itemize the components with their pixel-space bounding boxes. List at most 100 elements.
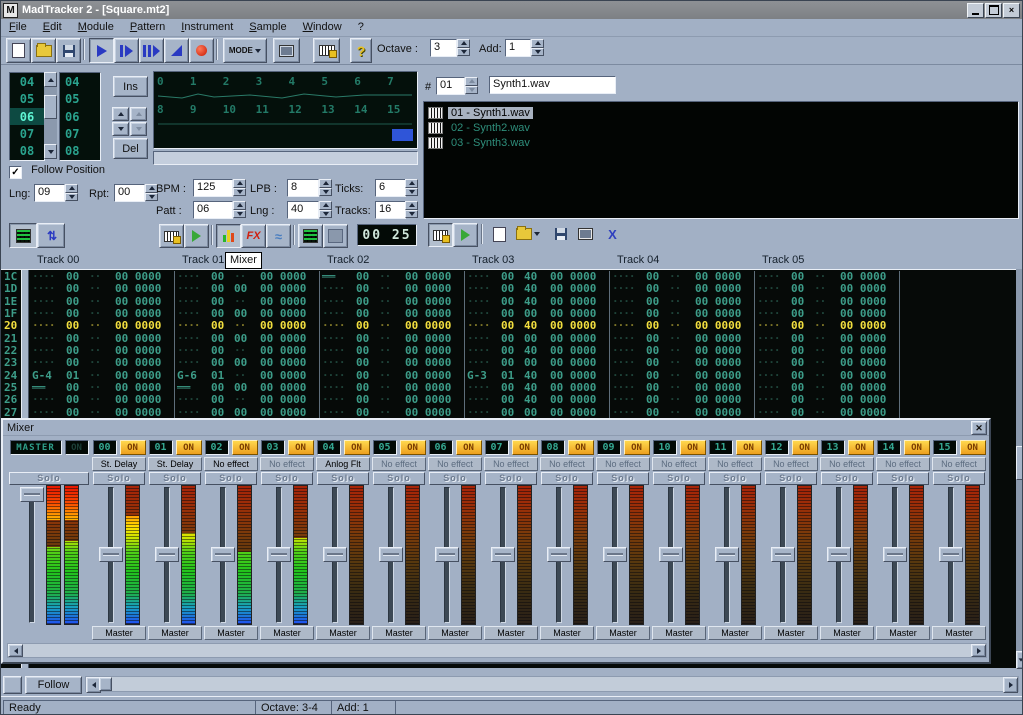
track-header[interactable]: Track 03	[472, 254, 514, 266]
channel-fader[interactable]	[826, 485, 850, 625]
pattern-cell[interactable]: 00 00 0000	[30, 320, 175, 332]
channel-fader[interactable]	[602, 485, 626, 625]
track-header[interactable]: Track 00	[37, 254, 79, 266]
follow-position-checkbox[interactable]: ✓ Follow Position	[9, 164, 105, 179]
channel-on-button[interactable]: ON	[960, 440, 986, 455]
move-up-button[interactable]	[112, 107, 129, 121]
volume-column[interactable]	[814, 394, 832, 406]
master-fader[interactable]	[19, 485, 43, 625]
channel-fader[interactable]	[154, 485, 178, 625]
keyboard-config-button[interactable]	[313, 38, 340, 63]
channel-solo-button[interactable]: Solo	[933, 472, 985, 485]
sample-open-button[interactable]	[513, 223, 543, 245]
move-up-alt-button[interactable]	[130, 107, 147, 121]
pattern-cell[interactable]: 00 00 0000	[755, 357, 900, 369]
menu-item[interactable]: Module	[70, 20, 122, 35]
pattern-cell[interactable]: 00 00 0000	[755, 283, 900, 295]
channel-output-dropdown[interactable]: Master	[708, 626, 762, 640]
menu-item[interactable]: Edit	[35, 20, 70, 35]
instrument-column[interactable]: 00	[646, 283, 664, 295]
note-column[interactable]	[177, 357, 205, 369]
tracks-field[interactable]: 16	[375, 201, 406, 219]
channel-output-dropdown[interactable]: Master	[932, 626, 986, 640]
effect-column[interactable]: 00 0000	[260, 320, 318, 332]
sample-play-button[interactable]	[453, 223, 478, 247]
order-cell[interactable]: 05	[60, 90, 100, 107]
note-column[interactable]	[467, 357, 495, 369]
menu-item[interactable]: Window	[295, 20, 350, 35]
fader-handle[interactable]	[771, 547, 795, 562]
volume-column[interactable]: 00	[234, 357, 252, 369]
sample-number-stepper[interactable]	[465, 77, 478, 94]
sample-save-button[interactable]	[549, 223, 572, 245]
channel-output-dropdown[interactable]: Master	[540, 626, 594, 640]
channel-fader[interactable]	[378, 485, 402, 625]
close-button[interactable]: ×	[1003, 3, 1020, 18]
patt-lng-field[interactable]: 40	[287, 201, 319, 219]
volume-column[interactable]	[379, 320, 397, 332]
pattern-cell[interactable]: 00 00 0000	[30, 394, 175, 406]
scroll-thumb[interactable]	[99, 677, 112, 691]
channel-solo-button[interactable]: Solo	[317, 472, 369, 485]
rpt-field[interactable]: 00	[114, 184, 145, 202]
instrument-column[interactable]: 00	[791, 394, 809, 406]
pattern-cell[interactable]: 00 00 0000	[610, 394, 755, 406]
play-sample-button[interactable]	[184, 224, 209, 248]
pattern-vscrollbar[interactable]	[1016, 269, 1023, 667]
channel-effect-dropdown[interactable]: St. Delay	[148, 457, 202, 471]
volume-column[interactable]	[379, 357, 397, 369]
fader-handle[interactable]	[715, 547, 739, 562]
channel-on-button[interactable]: ON	[456, 440, 482, 455]
note-column[interactable]	[177, 283, 205, 295]
channel-on-button[interactable]: ON	[624, 440, 650, 455]
channel-solo-button[interactable]: Solo	[765, 472, 817, 485]
channel-effect-dropdown[interactable]: No effect	[428, 457, 482, 471]
effect-column[interactable]: 00 0000	[260, 394, 318, 406]
order-cell[interactable]: 06	[60, 108, 100, 125]
note-column[interactable]	[757, 320, 785, 332]
channel-fader[interactable]	[210, 485, 234, 625]
note-column[interactable]	[757, 283, 785, 295]
fader-handle[interactable]	[547, 547, 571, 562]
note-column[interactable]	[612, 394, 640, 406]
channel-effect-dropdown[interactable]: No effect	[932, 457, 986, 471]
note-column[interactable]	[467, 320, 495, 332]
channel-solo-button[interactable]: Solo	[485, 472, 537, 485]
channel-solo-button[interactable]: Solo	[709, 472, 761, 485]
channel-on-button[interactable]: ON	[568, 440, 594, 455]
channel-fader[interactable]	[322, 485, 346, 625]
fader-handle[interactable]	[267, 547, 291, 562]
pattern-cell[interactable]: 00 00 0000	[320, 394, 465, 406]
setup-button[interactable]	[273, 38, 300, 63]
note-column[interactable]	[467, 283, 495, 295]
effect-column[interactable]: 00 0000	[840, 320, 898, 332]
tracks-stepper[interactable]	[405, 201, 418, 218]
effect-column[interactable]: 00 0000	[260, 283, 318, 295]
pattern-cell[interactable]: 00 00 00 0000	[175, 283, 320, 295]
instrument-column[interactable]: 00	[791, 357, 809, 369]
sample-new-button[interactable]	[488, 223, 511, 245]
menu-item[interactable]: File	[1, 20, 35, 35]
channel-fader[interactable]	[490, 485, 514, 625]
volume-column[interactable]	[669, 394, 687, 406]
channel-effect-dropdown[interactable]: No effect	[260, 457, 314, 471]
volume-column[interactable]: 00	[524, 357, 542, 369]
fader-handle[interactable]	[939, 547, 963, 562]
instrument-column[interactable]: 00	[66, 394, 84, 406]
mixer-close-button[interactable]: ✕	[971, 421, 987, 435]
note-column[interactable]	[322, 394, 350, 406]
fader-handle[interactable]	[99, 547, 123, 562]
channel-on-button[interactable]: ON	[848, 440, 874, 455]
mixer-toggle-button[interactable]	[216, 224, 241, 248]
pattern-cell[interactable]: 00 00 0000	[320, 320, 465, 332]
menu-item[interactable]: Instrument	[173, 20, 241, 35]
note-column[interactable]	[757, 394, 785, 406]
channel-effect-dropdown[interactable]: No effect	[484, 457, 538, 471]
open-module-button[interactable]	[31, 38, 56, 63]
menu-item[interactable]: Sample	[241, 20, 294, 35]
instrument-column[interactable]: 00	[211, 357, 229, 369]
channel-effect-dropdown[interactable]: No effect	[876, 457, 930, 471]
effect-column[interactable]: 00 0000	[550, 320, 608, 332]
order-cell[interactable]: 07	[60, 125, 100, 142]
channel-on-button[interactable]: ON	[904, 440, 930, 455]
